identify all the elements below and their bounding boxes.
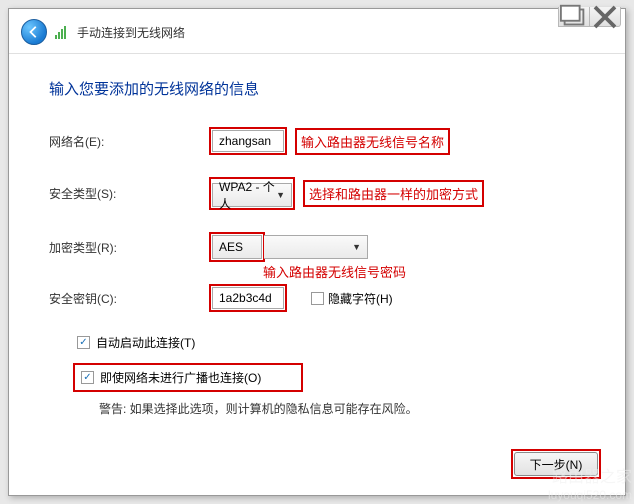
network-name-input[interactable] (212, 130, 284, 152)
footer: 下一步(N) (511, 449, 601, 479)
annot-security-type: 选择和路由器一样的加密方式 (303, 180, 484, 207)
security-key-input[interactable] (212, 287, 284, 309)
titlebar (559, 7, 621, 27)
label-network-name: 网络名(E): (49, 133, 209, 150)
page-title: 输入您要添加的无线网络的信息 (49, 78, 585, 99)
encryption-type-value: AES (219, 240, 243, 254)
next-button[interactable]: 下一步(N) (514, 452, 598, 476)
label-encryption-type: 加密类型(R): (49, 239, 209, 256)
hide-chars-checkbox[interactable] (311, 292, 324, 305)
wifi-signal-icon (55, 25, 69, 39)
connect-hidden-checkbox[interactable] (81, 371, 94, 384)
header-bar: 手动连接到无线网络 (9, 9, 625, 54)
header-title: 手动连接到无线网络 (77, 24, 185, 41)
chevron-down-icon: ▼ (352, 242, 361, 252)
auto-start-checkbox[interactable] (77, 336, 90, 349)
content-area: 输入您要添加的无线网络的信息 网络名(E): 输入路由器无线信号名称 安全类型(… (9, 54, 625, 417)
auto-start-label: 自动启动此连接(T) (96, 334, 195, 351)
annot-security-key: 输入路由器无线信号密码 (263, 262, 406, 281)
warning-text: 警告: 如果选择此选项，则计算机的隐私信息可能存在风险。 (99, 400, 585, 417)
row-auto-start[interactable]: 自动启动此连接(T) (77, 334, 585, 351)
back-arrow-icon (27, 25, 41, 39)
annot-network-name: 输入路由器无线信号名称 (295, 128, 450, 155)
hide-chars-label: 隐藏字符(H) (328, 290, 393, 307)
chevron-down-icon: ▼ (276, 190, 285, 200)
label-security-type: 安全类型(S): (49, 185, 209, 202)
help-icon (559, 2, 589, 32)
highlight-network-name (209, 127, 287, 155)
highlight-security-type: WPA2 - 个人 ▼ (209, 177, 295, 210)
close-button[interactable] (589, 7, 621, 27)
row-network-name: 网络名(E): 输入路由器无线信号名称 (49, 127, 585, 155)
row-security-key: 安全密钥(C): 隐藏字符(H) (49, 284, 585, 312)
back-button[interactable] (21, 19, 47, 45)
help-button[interactable] (558, 7, 590, 27)
security-type-select[interactable]: WPA2 - 个人 ▼ (212, 183, 292, 207)
encryption-type-select-rest[interactable]: ▼ (264, 235, 368, 259)
label-security-key: 安全密钥(C): (49, 290, 209, 307)
row-connect-hidden[interactable]: 即使网络未进行广播也连接(O) (73, 363, 303, 392)
highlight-next: 下一步(N) (511, 449, 601, 479)
close-icon (590, 2, 620, 32)
highlight-security-key (209, 284, 287, 312)
row-encryption-type: 加密类型(R): AES ▼ 输入路由器无线信号密码 (49, 232, 585, 262)
hide-chars-option[interactable]: 隐藏字符(H) (311, 290, 393, 307)
connect-hidden-label: 即使网络未进行广播也连接(O) (100, 369, 261, 386)
encryption-type-select-boxed[interactable]: AES (212, 235, 262, 259)
highlight-encryption-type: AES (209, 232, 265, 262)
wizard-window: 手动连接到无线网络 输入您要添加的无线网络的信息 网络名(E): 输入路由器无线… (8, 8, 626, 496)
row-security-type: 安全类型(S): WPA2 - 个人 ▼ 选择和路由器一样的加密方式 (49, 177, 585, 210)
security-type-value: WPA2 - 个人 (219, 178, 276, 212)
